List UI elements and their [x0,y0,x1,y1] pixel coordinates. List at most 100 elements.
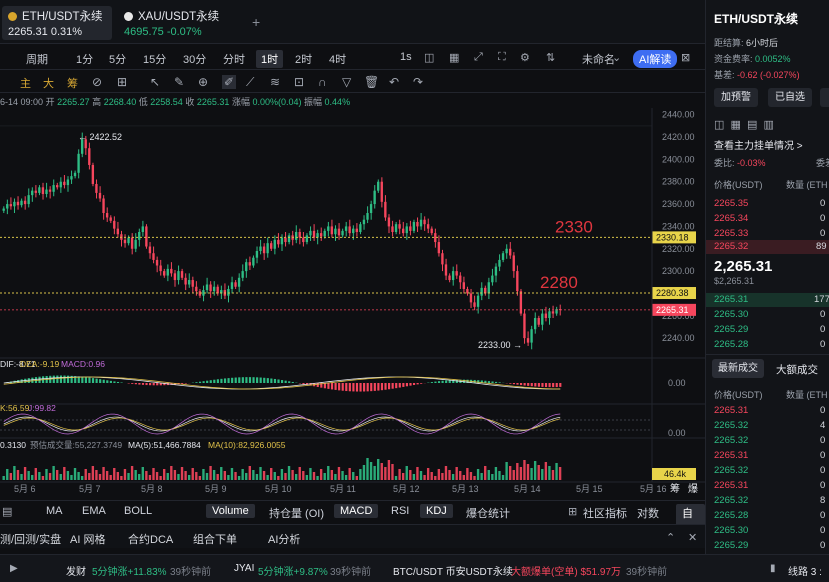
camera-icon[interactable]: ◫ [424,51,434,64]
compare-icon[interactable]: ⇅ [546,51,555,64]
bid-price[interactable]: 2265.28 [714,339,748,350]
tab-eth-usdt[interactable]: ETH/USDT永续 2265.31 0.31% [2,6,112,40]
macd-bar [84,377,87,383]
combo-order-tab[interactable]: 组合下单 [193,531,237,547]
ind-rsi[interactable]: RSI [391,505,409,517]
ai-grid-tab[interactable]: AI 网格 [70,531,105,547]
layout-name[interactable]: 未命名 [582,51,615,67]
volume-bar [48,473,52,480]
ask-price[interactable]: 2265.34 [714,213,748,224]
tf-1m[interactable]: 1分 [76,51,93,67]
chevron-down-icon[interactable]: ⌄ [612,51,621,64]
ind-kdj[interactable]: KDJ [420,504,453,518]
candle-body [184,277,187,285]
kdj-axis: 0.00 [668,428,686,438]
tab-xau-usdt[interactable]: XAU/USDT永续 4695.75 -0.07% [118,6,238,40]
volume-bar [541,469,544,480]
cursor-icon[interactable]: ↖ [150,75,160,89]
tf-time[interactable]: 分时 [223,51,245,67]
fullscreen-icon[interactable]: ⛶ [498,51,506,64]
ticker-symbol[interactable]: BTC/USDT 币安USDT永续 [393,563,513,578]
filter-icon[interactable]: ▽ [342,75,351,89]
candlestick-chart[interactable]: 2440.00 2420.00 2400.00 2380.00 2360.00 2340.… [0,108,705,500]
candle-body [48,189,52,192]
undo-icon[interactable]: ↶ [389,75,399,89]
signal-icon: ▮ [770,563,776,574]
period-dropdown[interactable]: 周期 [26,51,48,67]
volume-bar [359,469,362,480]
tf-2h[interactable]: 2时 [295,51,312,67]
ind-ema[interactable]: EMA [82,505,106,517]
ind-ma[interactable]: MA [46,505,63,517]
ind-volume[interactable]: Volume [206,504,255,518]
ticker-symbol[interactable]: 发财 [66,563,86,578]
ask-price[interactable]: 2265.35 [714,198,748,209]
expand-icon[interactable]: ⤢ [474,51,483,64]
candle-body [444,264,448,276]
template-icon[interactable]: ⊞ [117,75,127,89]
ticker-symbol[interactable]: JYAI [234,563,254,574]
tf-1h[interactable]: 1时 [256,50,284,68]
candle-body [516,271,519,292]
line-icon[interactable]: ⟋ [246,75,254,90]
tf-4h[interactable]: 4时 [329,51,346,67]
community-indicator[interactable]: 社区指标 [583,505,627,521]
dca-tab[interactable]: 合约DCA [128,531,173,547]
fib-icon[interactable]: ≋ [270,75,280,89]
tf-15m[interactable]: 15分 [143,51,166,67]
gear-icon[interactable]: ⚙ [520,51,530,64]
ind-macd[interactable]: MACD [334,504,379,518]
redo-icon[interactable]: ↷ [413,75,423,89]
speed-label[interactable]: 1s [400,51,412,63]
close-icon[interactable]: ✕ [688,531,697,544]
more-button[interactable] [820,88,829,107]
tf-30m[interactable]: 30分 [183,51,206,67]
main-orders-link[interactable]: 查看主力挂单情况 > [714,137,803,152]
macd-bar [106,380,109,383]
magnet-icon[interactable]: ∩ [318,75,327,89]
candle-body [41,187,45,195]
candle-body [237,277,241,287]
tf-5m[interactable]: 5分 [109,51,126,67]
menu-icon[interactable]: ▤ [2,505,12,518]
grid-icon[interactable]: ▦ [449,51,459,64]
connection-line[interactable]: 线路 3 : [788,563,822,578]
candle-body [355,228,358,232]
ask-price[interactable]: 2265.32 [714,241,748,252]
trash-icon[interactable]: 🗑 [364,75,379,89]
chevron-up-icon[interactable]: ⌃ [666,531,675,544]
measure-icon[interactable]: ⊡ [294,75,304,89]
chips-toggle[interactable]: 筹 [67,75,78,91]
add-tab-button[interactable]: + [252,14,260,30]
big-order-toggle[interactable]: 大 [43,75,54,91]
macd-bar [109,380,112,383]
close-icon[interactable]: ⊠ [681,51,690,64]
indicator-icon[interactable]: ⊘ [92,75,102,89]
volume-bar [384,467,387,480]
macd-bar [420,383,423,384]
ind-boll[interactable]: BOLL [124,505,152,517]
bid-price[interactable]: 2265.31 [714,294,748,305]
add-alert-button[interactable]: 加预警 [714,88,758,107]
main-indicator-toggle[interactable]: 主 [20,75,31,91]
volume-bar [170,466,173,480]
ind-oi[interactable]: 持仓量 (OI) [269,505,324,521]
volume-bar [191,468,194,480]
log-toggle[interactable]: 对数 [637,505,659,521]
pencil-icon[interactable]: ✎ [174,75,184,89]
large-trades-tab[interactable]: 大额成交 [776,362,818,377]
orderbook-view-icons[interactable]: ◫ ▦ ▤ ▥ [714,118,774,131]
ai-analysis-tab[interactable]: AI分析 [268,531,300,547]
volume-bar [491,474,494,480]
zoom-icon[interactable]: ⊕ [198,75,208,89]
ai-interpret-button[interactable]: AI解读 [633,50,678,68]
brush-icon[interactable]: ✐ [222,75,237,89]
bid-price[interactable]: 2265.30 [714,309,748,320]
ind-liquidation[interactable]: 爆仓统计 [466,505,510,521]
chart-area[interactable]: 2440.00 2420.00 2400.00 2380.00 2360.00 2340.… [0,108,705,500]
ask-price[interactable]: 2265.33 [714,228,748,239]
bid-price[interactable]: 2265.29 [714,324,748,335]
watchlist-button[interactable]: 已自选 [768,88,812,107]
latest-trades-tab[interactable]: 最新成交 [712,359,764,378]
backtest-tab[interactable]: 测/回测/实盘 [0,531,61,547]
